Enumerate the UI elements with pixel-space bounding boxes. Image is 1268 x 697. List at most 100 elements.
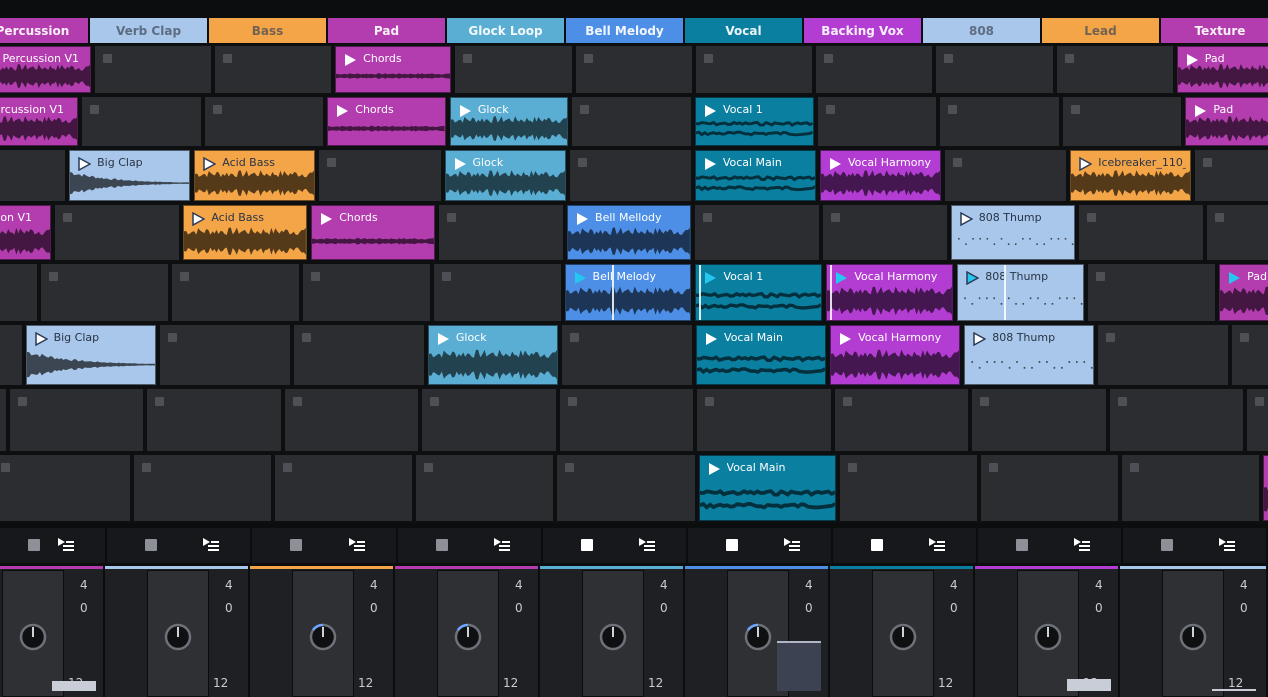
clip-slot-r3-c0[interactable]: Percussion V1: [0, 203, 54, 262]
clip[interactable]: Pad: [1219, 264, 1268, 321]
clip-slot-r6-c3[interactable]: [282, 387, 420, 453]
empty-slot-record-icon[interactable]: [1064, 54, 1074, 63]
clip[interactable]: Percussion V1: [0, 97, 79, 146]
clip-slot-r4-c6[interactable]: Vocal 1: [693, 262, 825, 323]
clip-slot-r0-c1[interactable]: [92, 44, 213, 95]
clip[interactable]: Vocal Main: [698, 455, 836, 521]
clip-slot-r0-c8[interactable]: [934, 44, 1055, 95]
clip-slot-r0-c7[interactable]: [814, 44, 935, 95]
clip-slot-r3-c10[interactable]: [1204, 203, 1268, 262]
pan-knob[interactable]: [18, 622, 48, 652]
play-list-icon[interactable]: [1218, 536, 1236, 554]
track-header-0[interactable]: Percussion: [0, 18, 88, 43]
clip-slot-r2-c5[interactable]: [567, 148, 693, 203]
clip-slot-r1-c5[interactable]: [570, 95, 694, 148]
pan-knob[interactable]: [598, 622, 628, 652]
clip-slot-r5-c8[interactable]: 808 Thump: [962, 323, 1097, 387]
empty-slot-record-icon[interactable]: [847, 463, 857, 472]
clip-slot-r7-c3[interactable]: [273, 453, 415, 523]
play-list-icon[interactable]: [348, 536, 366, 554]
clip-slot-r6-c6[interactable]: [695, 387, 833, 453]
clip-slot-r7-c1[interactable]: [0, 453, 133, 523]
empty-slot-record-icon[interactable]: [1129, 463, 1139, 472]
empty-slot-record-icon[interactable]: [63, 213, 73, 222]
track-header-8[interactable]: 808: [923, 18, 1040, 43]
play-list-icon[interactable]: [1073, 536, 1091, 554]
empty-slot-record-icon[interactable]: [824, 54, 834, 63]
clip-slot-r3-c4[interactable]: [437, 203, 566, 262]
pan-knob[interactable]: [1033, 622, 1063, 652]
empty-slot-record-icon[interactable]: [441, 272, 451, 281]
clip[interactable]: Vocal Harmony: [819, 150, 942, 201]
empty-slot-record-icon[interactable]: [830, 213, 840, 222]
clip-slot-r7-c7[interactable]: [837, 453, 979, 523]
play-icon[interactable]: [838, 332, 852, 346]
clip[interactable]: Vocal Main: [696, 325, 827, 385]
clip-slot-r4-c1[interactable]: [38, 262, 170, 323]
clip-slot-r1-c1[interactable]: [80, 95, 203, 148]
clip-slot-r5-c7[interactable]: Vocal Harmony: [828, 323, 963, 387]
clip-slot-r4-c2[interactable]: [169, 262, 301, 323]
play-icon[interactable]: [573, 271, 587, 285]
clip-slot-r6-c1[interactable]: [7, 387, 145, 453]
clip-slot-r7-c8[interactable]: [978, 453, 1120, 523]
clip-slot-r3-c7[interactable]: [820, 203, 949, 262]
empty-slot-record-icon[interactable]: [702, 213, 712, 222]
play-icon[interactable]: [703, 271, 717, 285]
clip-slot-r1-c3[interactable]: Chords: [325, 95, 448, 148]
empty-slot-record-icon[interactable]: [1070, 105, 1080, 114]
clip-slot-r1-c2[interactable]: [202, 95, 326, 148]
clip-slot-r4-c5[interactable]: Bell Melody: [562, 262, 694, 323]
clip-slot-r7-c5[interactable]: [555, 453, 697, 523]
clip[interactable]: Acid Bass: [183, 205, 308, 260]
clip[interactable]: Pad: [1176, 46, 1268, 93]
clip[interactable]: Chords: [327, 97, 446, 146]
pan-knob[interactable]: [163, 622, 193, 652]
clip-slot-r5-c9[interactable]: [1096, 323, 1231, 387]
clip-slot-r2-c4[interactable]: Glock: [442, 148, 568, 203]
clip-slot-r5-c5[interactable]: [559, 323, 695, 387]
clip-slot-r6-c2[interactable]: [145, 387, 283, 453]
clip-slot-r4-c10[interactable]: Pad: [1217, 262, 1268, 323]
empty-slot-record-icon[interactable]: [1, 463, 11, 472]
clip[interactable]: Percussion V1: [0, 46, 91, 93]
stop-clip-icon[interactable]: [28, 539, 40, 551]
clip-slot-r7-c2[interactable]: [132, 453, 274, 523]
clip-slot-r0-c5[interactable]: [573, 44, 694, 95]
clip-slot-r7-c10[interactable]: [1260, 453, 1268, 523]
clip[interactable]: Chords: [311, 205, 436, 260]
clip-slot-r5-c3[interactable]: [291, 323, 426, 387]
pan-knob[interactable]: [1178, 622, 1208, 652]
empty-slot-record-icon[interactable]: [565, 463, 575, 472]
clip-slot-r1-c0[interactable]: Percussion V1: [0, 95, 81, 148]
empty-slot-record-icon[interactable]: [1203, 158, 1213, 167]
clip-slot-r0-c4[interactable]: [453, 44, 574, 95]
clip[interactable]: 808 Thump: [957, 264, 1085, 321]
empty-slot-record-icon[interactable]: [1086, 213, 1096, 222]
track-header-10[interactable]: Texture: [1161, 18, 1268, 43]
empty-slot-record-icon[interactable]: [703, 54, 713, 63]
empty-slot-record-icon[interactable]: [1214, 213, 1224, 222]
play-icon[interactable]: [1227, 271, 1241, 285]
empty-slot-record-icon[interactable]: [569, 333, 579, 342]
clip-slot-r4-c0[interactable]: [0, 262, 39, 323]
clip-slot-r7-c9[interactable]: [1119, 453, 1261, 523]
pan-knob[interactable]: [888, 622, 918, 652]
empty-slot-record-icon[interactable]: [567, 397, 577, 406]
clip-slot-r3-c8[interactable]: 808 Thump: [948, 203, 1077, 262]
clip-slot-r4-c9[interactable]: [1086, 262, 1218, 323]
empty-slot-record-icon[interactable]: [1117, 397, 1127, 406]
clip-slot-r5-c0[interactable]: [0, 323, 24, 387]
clip[interactable]: 808 Thump: [964, 325, 1095, 385]
clip[interactable]: Percussion V1: [0, 205, 52, 260]
play-list-icon[interactable]: [638, 536, 656, 554]
empty-slot-record-icon[interactable]: [948, 105, 958, 114]
clip[interactable]: Chords: [335, 46, 452, 93]
stop-clip-icon[interactable]: [581, 539, 593, 551]
track-header-2[interactable]: Bass: [209, 18, 326, 43]
empty-slot-record-icon[interactable]: [1096, 272, 1106, 281]
track-header-6[interactable]: Vocal: [685, 18, 802, 43]
stop-clip-icon[interactable]: [1161, 539, 1173, 551]
clip-slot-r4-c4[interactable]: [431, 262, 563, 323]
empty-slot-record-icon[interactable]: [142, 463, 152, 472]
